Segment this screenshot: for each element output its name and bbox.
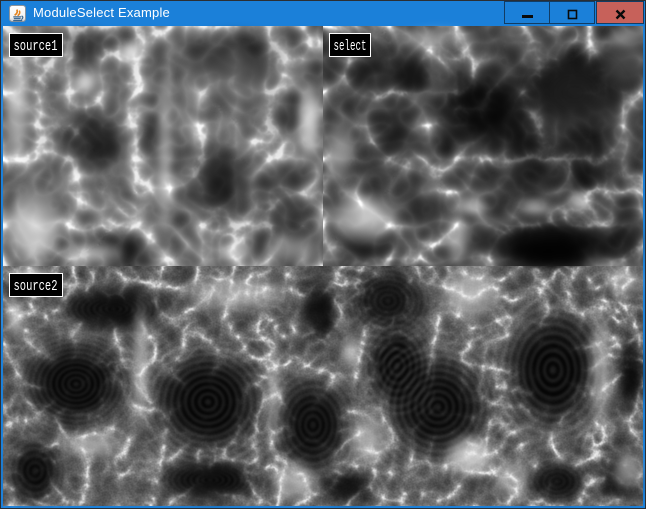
svg-text:source1: source1 [14, 38, 58, 55]
svg-text:select: select [334, 38, 367, 55]
svg-text:source2: source2 [14, 278, 58, 295]
